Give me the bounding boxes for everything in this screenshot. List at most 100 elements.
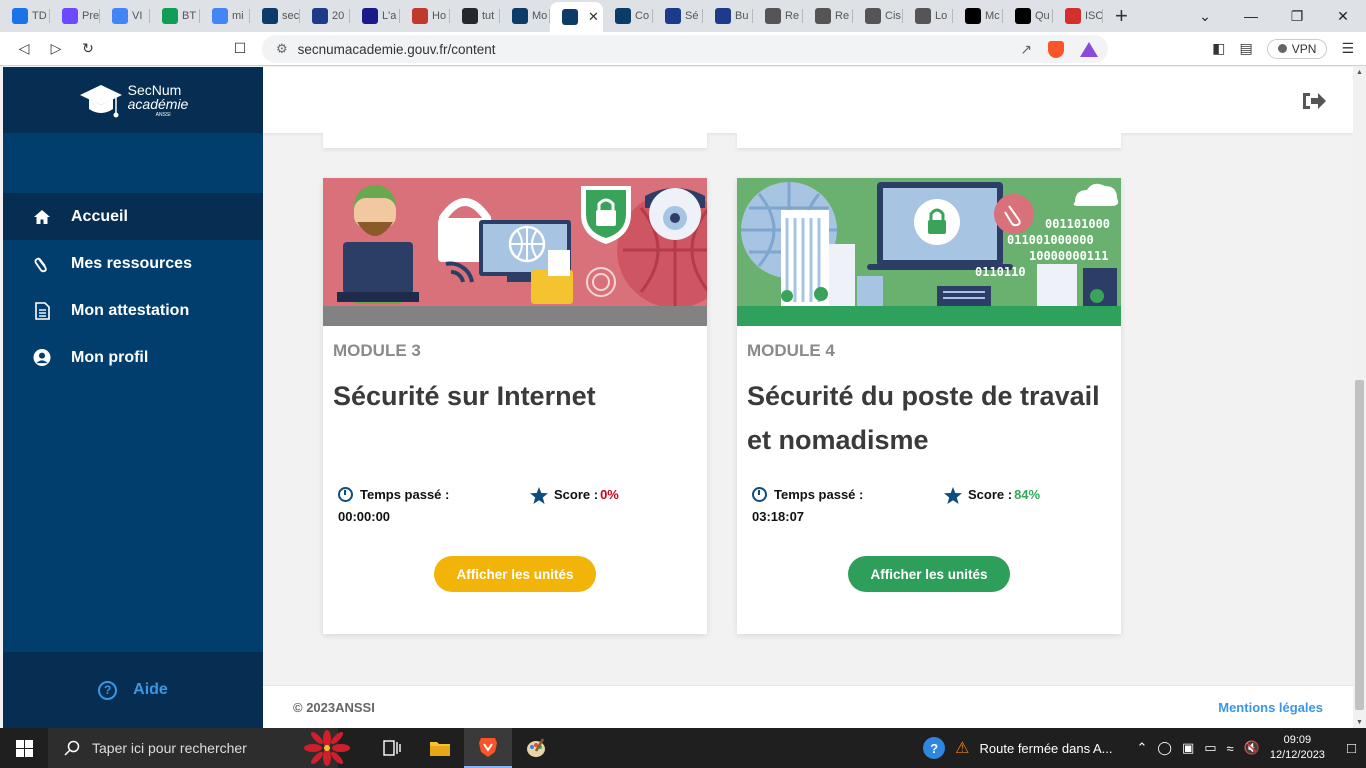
traffic-alert-icon[interactable]: ⚠ xyxy=(955,738,969,758)
menu-icon[interactable]: ☰ xyxy=(1341,40,1354,57)
sidebar-item-label: Mes ressources xyxy=(71,254,192,272)
search-placeholder: Taper ici pour rechercher xyxy=(92,740,247,756)
tab-title: Bu xyxy=(735,10,749,22)
site-settings-icon[interactable]: ⚙ xyxy=(276,41,288,57)
help-app-icon[interactable]: ? xyxy=(923,737,946,759)
browser-tab[interactable]: Cis xyxy=(853,0,903,32)
windows-logo-icon xyxy=(15,739,33,757)
tab-search-chevron-icon[interactable]: ⌄ xyxy=(1182,8,1228,25)
wallet-icon[interactable]: ▤ xyxy=(1240,40,1253,57)
browser-tab[interactable]: Sé xyxy=(653,0,703,32)
module-4-illustration: 001101000 011001000000 10000000111 01101… xyxy=(737,178,1121,306)
browser-tab[interactable]: Mo xyxy=(500,0,550,32)
browser-tab[interactable]: 20 xyxy=(300,0,350,32)
browser-tab[interactable]: Bu xyxy=(703,0,753,32)
browser-tab[interactable]: Ho xyxy=(400,0,450,32)
progress-bar xyxy=(737,306,1121,326)
browser-tab[interactable]: Lo xyxy=(903,0,953,32)
sidebar-toggle-icon[interactable]: ◧ xyxy=(1212,40,1225,57)
sidebar-item-mes-ressources[interactable]: Mes ressources xyxy=(3,240,263,287)
notification-text[interactable]: Route fermée dans A... xyxy=(980,741,1113,756)
forward-button[interactable]: ▷ xyxy=(40,40,72,57)
module-title[interactable]: Sécurité sur Internet xyxy=(333,374,693,418)
tab-title: VI xyxy=(132,10,143,22)
browser-tab[interactable]: Mc xyxy=(953,0,1003,32)
display-icon[interactable]: ▣ xyxy=(1182,740,1194,756)
help-link[interactable]: ? Aide xyxy=(3,652,263,728)
maximize-button[interactable]: ❐ xyxy=(1274,8,1320,25)
start-button[interactable] xyxy=(0,728,48,768)
sidebar-item-accueil[interactable]: Accueil xyxy=(3,193,263,240)
browser-tab[interactable]: tut xyxy=(450,0,500,32)
logout-icon[interactable] xyxy=(1301,91,1327,116)
wifi-icon[interactable]: ≈ xyxy=(1227,741,1234,756)
score: Score : 0% xyxy=(530,484,619,506)
task-view-icon[interactable] xyxy=(368,728,416,768)
browser-tab[interactable]: Qu xyxy=(1003,0,1053,32)
webcam-icon[interactable]: ◯ xyxy=(1157,740,1172,756)
close-window-button[interactable]: ✕ xyxy=(1320,8,1366,25)
time-spent: Temps passé : 00:00:00 xyxy=(338,484,518,528)
progress-bar xyxy=(323,306,707,326)
sidebar-item-mon-attestation[interactable]: Mon attestation xyxy=(3,287,263,334)
new-tab-button[interactable]: + xyxy=(1115,3,1128,29)
share-icon[interactable]: ↗ xyxy=(1020,41,1032,58)
google-drive-icon xyxy=(12,8,28,24)
bookmark-icon[interactable]: ☐ xyxy=(224,40,256,57)
browser-tab[interactable]: Re xyxy=(753,0,803,32)
browser-tab[interactable]: L'a xyxy=(350,0,400,32)
file-explorer-icon[interactable] xyxy=(416,728,464,768)
minimize-button[interactable]: — xyxy=(1228,8,1274,24)
browser-tab[interactable]: TD xyxy=(0,0,50,32)
time-label: Temps passé : xyxy=(360,487,450,502)
paint-app-icon[interactable] xyxy=(512,728,560,768)
tab-list: TD Pre VI BT mi sec 20 L'a Ho tut Mo ✕ Co Sé Bu Re Re Cis… xyxy=(0,0,1103,32)
page-scrollbar[interactable]: ▲ ▼ xyxy=(1353,67,1366,728)
vpn-button[interactable]: VPN xyxy=(1266,38,1328,59)
sidebar-item-mon-profil[interactable]: Mon profil xyxy=(3,334,263,381)
clock[interactable]: 09:09 12/12/2023 xyxy=(1270,733,1325,763)
document-icon xyxy=(33,301,51,320)
show-hidden-icons-chevron-icon[interactable]: ⌃ xyxy=(1136,740,1147,756)
brave-browser-icon[interactable] xyxy=(464,728,512,768)
afficher-les-unites-button[interactable]: Afficher les unités xyxy=(848,556,1010,592)
browser-tab[interactable]: mi xyxy=(200,0,250,32)
time-value: 00:00:00 xyxy=(338,509,391,524)
browser-tab[interactable]: BT xyxy=(150,0,200,32)
notifications-icon[interactable]: □ xyxy=(1347,740,1356,757)
browser-tab-strip: TD Pre VI BT mi sec 20 L'a Ho tut Mo ✕ Co Sé Bu Re Re Cis… xyxy=(0,0,1366,32)
battery-icon[interactable]: ▭ xyxy=(1204,740,1216,756)
browser-tab[interactable]: Re xyxy=(803,0,853,32)
browser-tab[interactable]: Co xyxy=(603,0,653,32)
module-label: MODULE 4 xyxy=(747,341,835,360)
scroll-up-arrow-icon[interactable]: ▲ xyxy=(1356,69,1363,76)
browser-tab[interactable]: Pre xyxy=(50,0,100,32)
logo-line-2: académie xyxy=(127,95,189,112)
reload-button[interactable]: ↻ xyxy=(72,40,104,57)
tab-title: TD xyxy=(32,10,47,22)
secnum-logo[interactable]: SecNum académie ANSSI xyxy=(78,77,189,123)
taskbar-search[interactable]: Taper ici pour rechercher xyxy=(48,728,350,768)
close-tab-icon[interactable]: ✕ xyxy=(588,9,599,25)
back-button[interactable]: ◁ xyxy=(8,40,40,57)
scroll-down-arrow-icon[interactable]: ▼ xyxy=(1356,719,1363,726)
scrollbar-thumb[interactable] xyxy=(1355,380,1364,710)
browser-tab[interactable]: VI xyxy=(100,0,150,32)
browser-tab[interactable]: ISC xyxy=(1053,0,1103,32)
afficher-les-unites-button[interactable]: Afficher les unités xyxy=(434,556,596,592)
volume-muted-icon[interactable]: 🔇 xyxy=(1244,740,1260,756)
module-title[interactable]: Sécurité du poste de travail et nomadism… xyxy=(747,374,1107,462)
tab-title: Mc xyxy=(985,10,1000,22)
wikipedia-icon xyxy=(965,8,981,24)
brave-shields-icon[interactable] xyxy=(1048,40,1064,58)
url-field[interactable]: ⚙ secnumacademie.gouv.fr/content ↗ xyxy=(262,35,1108,63)
mentions-legales-link[interactable]: Mentions légales xyxy=(1218,700,1323,715)
target-icon xyxy=(665,8,681,24)
brave-rewards-icon[interactable] xyxy=(1080,41,1098,57)
browser-tab[interactable]: sec xyxy=(250,0,300,32)
help-label: Aide xyxy=(133,681,168,698)
browser-tab-active[interactable]: ✕ xyxy=(550,2,603,32)
home-icon xyxy=(33,208,51,226)
search-icon xyxy=(64,740,80,756)
module-3-illustration xyxy=(323,178,707,306)
